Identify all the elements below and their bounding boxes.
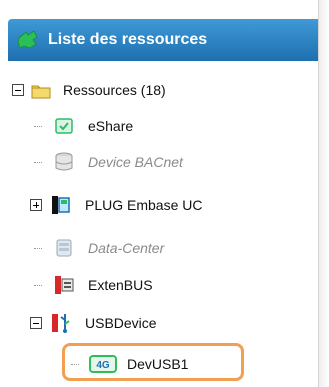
- tree-connector: [33, 120, 45, 132]
- tree-item-label: eShare: [88, 118, 134, 134]
- tree-item-usbdevice[interactable]: USBDevice: [30, 311, 157, 335]
- eshare-icon: [55, 118, 73, 134]
- tree-connector: [33, 242, 45, 254]
- tree-item-extenbus[interactable]: ExtenBUS: [33, 273, 153, 297]
- extenbus-icon: [55, 276, 74, 294]
- tree-item-device-bacnet[interactable]: Device BACnet: [33, 150, 183, 174]
- usb-icon: [52, 314, 70, 333]
- collapse-toggle[interactable]: [12, 84, 24, 96]
- resource-tree: Ressources (18) eShare Device BACnet PLU…: [0, 0, 318, 387]
- datacenter-icon: [56, 239, 72, 257]
- database-icon: [55, 152, 73, 171]
- tree-connector: [33, 279, 45, 291]
- tree-root[interactable]: Ressources (18): [12, 78, 166, 102]
- tree-item-eshare[interactable]: eShare: [33, 114, 133, 138]
- tree-item-label: Device BACnet: [88, 154, 183, 170]
- panel-shadow: [318, 0, 329, 387]
- 4g-icon: 4G: [89, 355, 117, 373]
- tree-item-label: PLUG Embase UC: [85, 197, 203, 213]
- tree-root-label: Ressources (18): [63, 82, 166, 98]
- plug-icon: [52, 196, 70, 214]
- tree-item-label: ExtenBUS: [88, 277, 153, 293]
- tree-connector: [70, 358, 82, 370]
- tree-item-devusb1[interactable]: 4G DevUSB1: [70, 352, 188, 376]
- folder-icon: [31, 85, 51, 99]
- tree-item-plug-embase-uc[interactable]: PLUG Embase UC: [30, 193, 202, 217]
- expand-toggle[interactable]: [30, 199, 42, 211]
- tree-connector: [33, 156, 45, 168]
- tree-item-label: DevUSB1: [127, 356, 189, 372]
- tree-item-label: Data-Center: [88, 240, 165, 256]
- tree-item-label: USBDevice: [85, 315, 157, 331]
- collapse-toggle[interactable]: [30, 317, 42, 329]
- 4g-badge-text: 4G: [96, 360, 110, 371]
- tree-item-data-center[interactable]: Data-Center: [33, 236, 164, 260]
